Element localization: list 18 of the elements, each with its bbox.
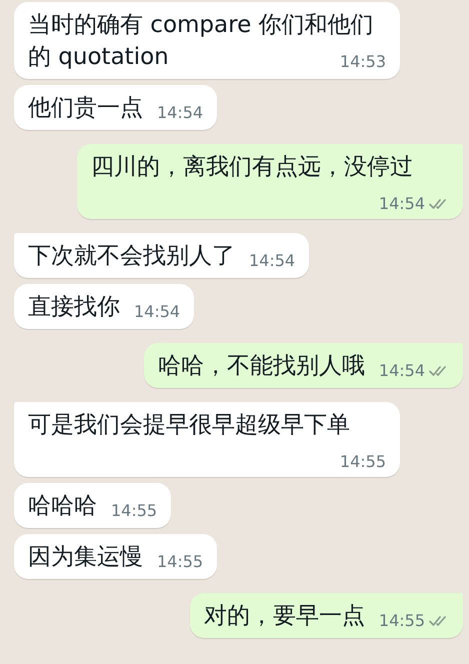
message-text: 哈哈，不能找别人哦 14:54 [158, 350, 449, 382]
message-time: 14:55 [157, 553, 204, 571]
message-text: 哈哈哈 14:55 [28, 492, 158, 522]
message-text: 下次就不会找别人了 14:54 [28, 242, 296, 272]
message-time: 14:55 [378, 612, 425, 630]
message-time: 14:54 [378, 362, 425, 380]
message-text: 当时的确有 compare 你们和他们的 quotation 14:53 [28, 11, 386, 73]
message-time: 14:54 [378, 195, 425, 213]
message-text: 对的，要早一点 14:55 [204, 600, 449, 632]
message-text: 他们贵一点 14:54 [28, 94, 204, 124]
message-time: 14:54 [249, 252, 296, 270]
message-time: 14:54 [134, 303, 180, 321]
message-time: 14:53 [340, 53, 386, 71]
message-time: 14:54 [157, 104, 204, 122]
message-text: 直接找你 14:54 [28, 293, 180, 323]
message-time: 14:55 [340, 453, 386, 471]
message-text: 因为集运慢 14:55 [28, 543, 204, 573]
message-time: 14:55 [111, 502, 158, 520]
